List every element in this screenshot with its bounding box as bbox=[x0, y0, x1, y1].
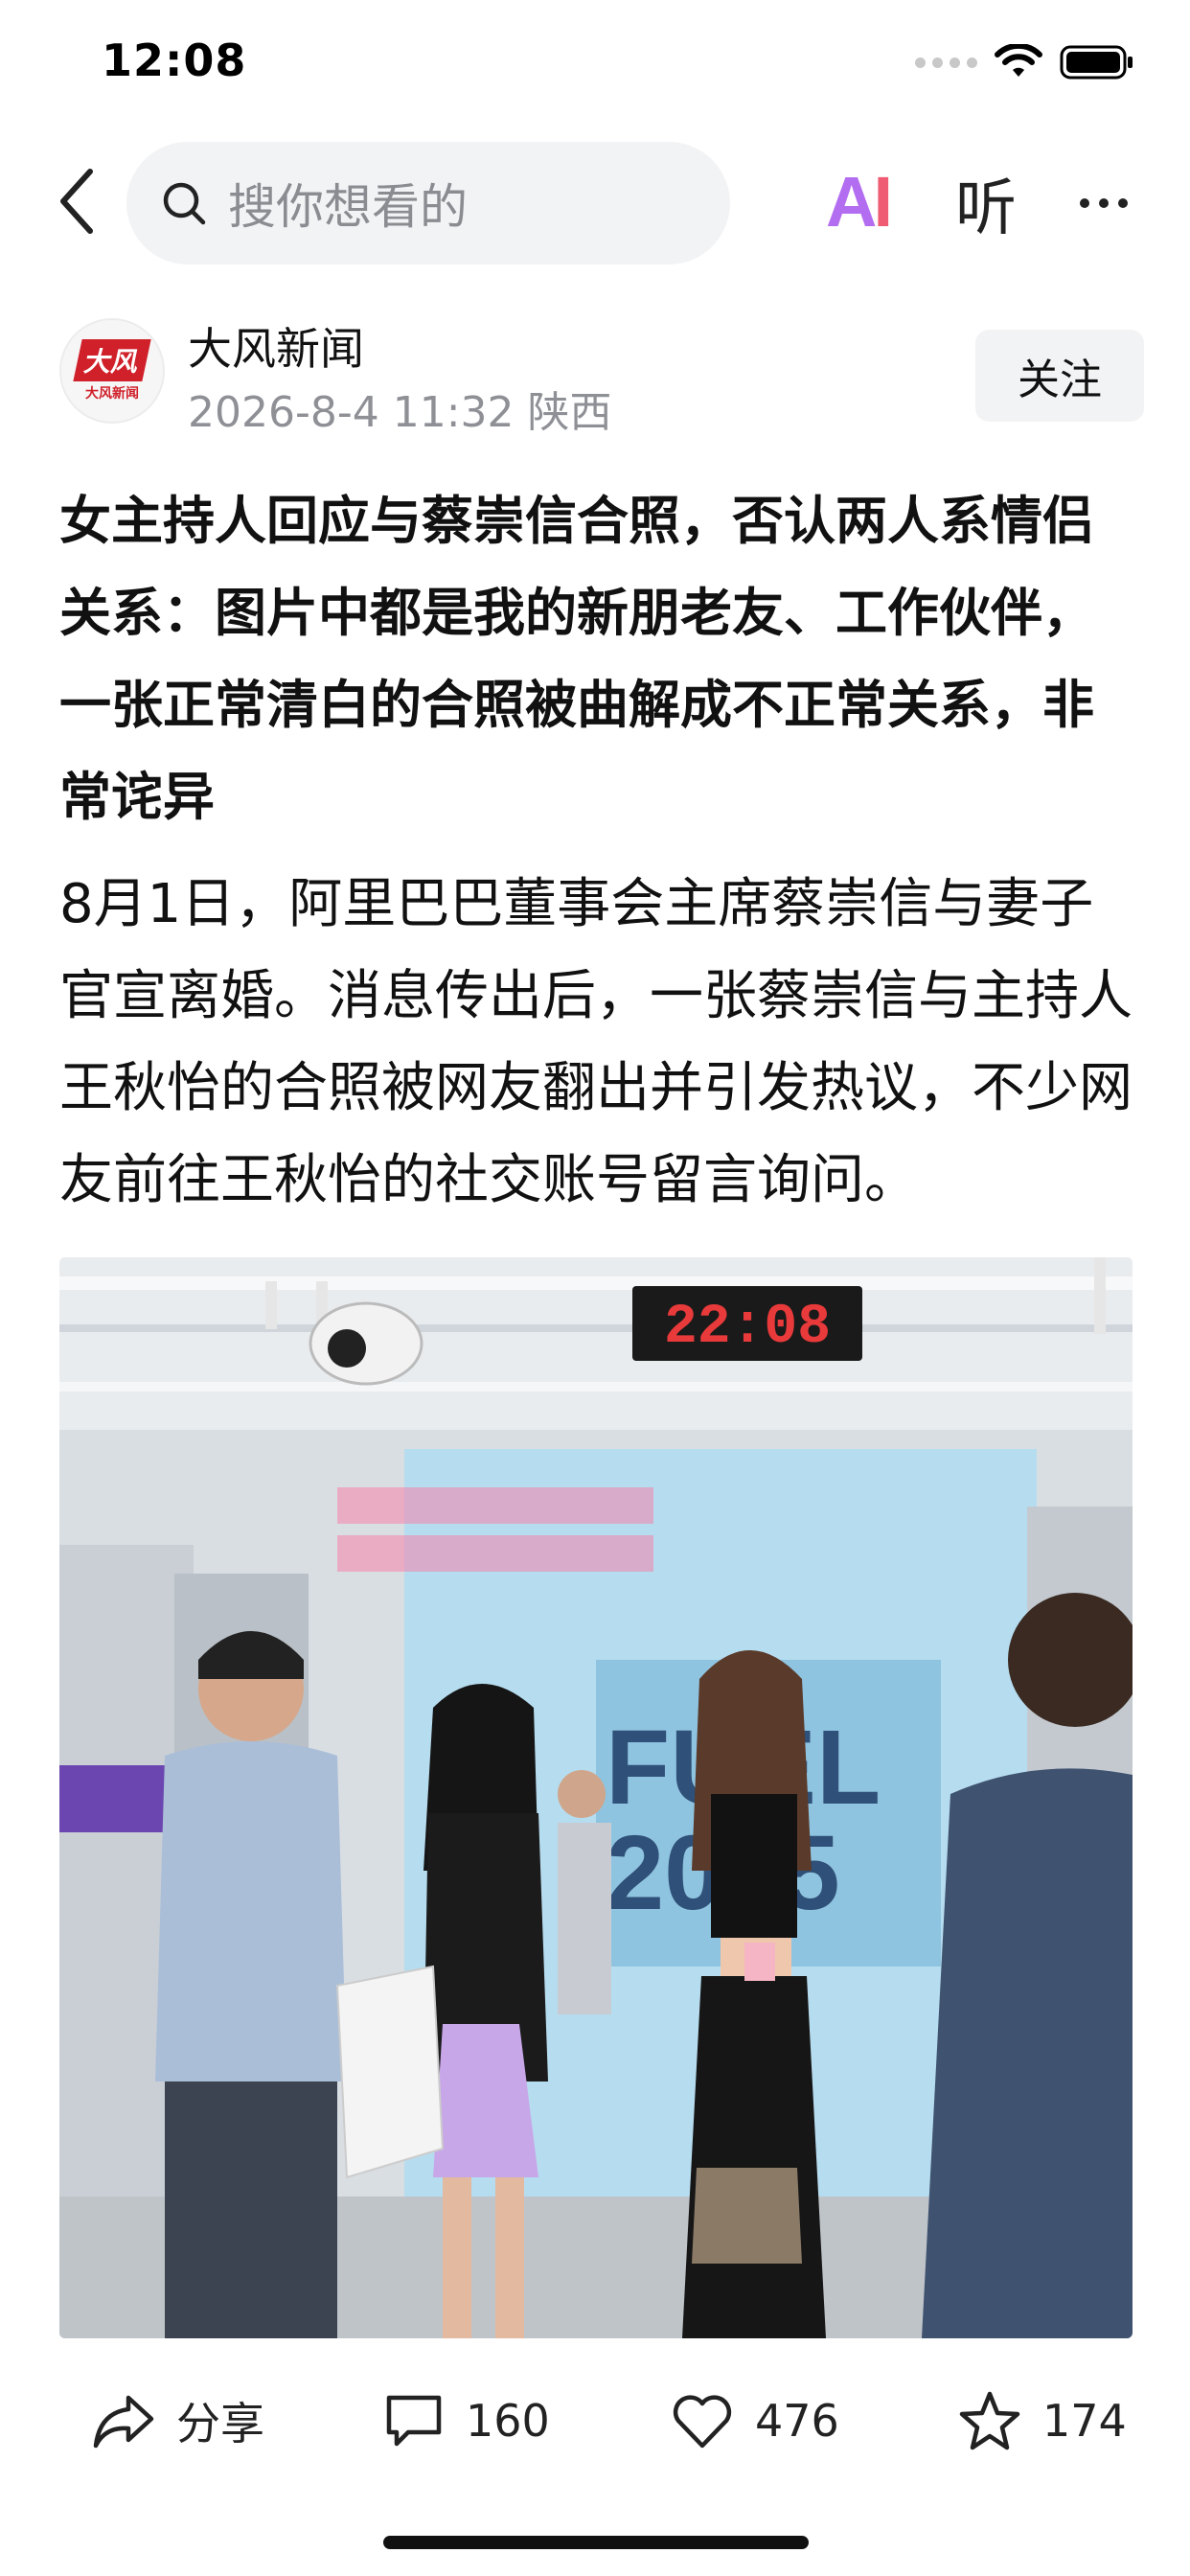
search-input[interactable]: 搜你想看的 bbox=[126, 142, 730, 264]
listen-button[interactable]: 听 bbox=[943, 157, 1029, 249]
ai-button[interactable]: AI bbox=[816, 155, 899, 247]
back-button[interactable] bbox=[38, 161, 115, 242]
comment-count: 160 bbox=[466, 2395, 550, 2447]
like-count: 476 bbox=[755, 2395, 839, 2447]
photo-illustration: FUEL 2025 22:08 bbox=[59, 1257, 1133, 2338]
article-headline: 女主持人回应与蔡崇信合照，否认两人系情侣关系：图片中都是我的新朋老友、工作伙伴，… bbox=[59, 491, 1094, 827]
cellular-signal-icon bbox=[915, 57, 977, 68]
heart-icon bbox=[673, 2395, 732, 2449]
comment-button[interactable]: 160 bbox=[383, 2367, 550, 2474]
action-bar: 分享 160 476 174 bbox=[0, 2367, 1190, 2474]
share-icon bbox=[93, 2395, 154, 2449]
article-body: 8月1日，阿里巴巴董事会主席蔡崇信与妻子官宣离婚。消息传出后，一张蔡崇信与主持人… bbox=[59, 873, 1133, 1211]
status-bar: 12:08 bbox=[0, 0, 1190, 134]
author-name[interactable]: 大风新闻 bbox=[188, 314, 364, 378]
follow-button[interactable]: 关注 bbox=[975, 330, 1144, 422]
comment-icon bbox=[386, 2395, 442, 2447]
nav-bar: 搜你想看的 AI 听 bbox=[0, 134, 1190, 268]
favorite-count: 174 bbox=[1042, 2395, 1127, 2447]
avatar-sub: 大风新闻 bbox=[85, 386, 139, 402]
search-placeholder: 搜你想看的 bbox=[228, 179, 468, 235]
more-options-icon[interactable] bbox=[1065, 163, 1142, 243]
status-icons bbox=[915, 44, 1134, 80]
status-time: 12:08 bbox=[102, 34, 247, 86]
favorite-button[interactable]: 174 bbox=[958, 2367, 1127, 2474]
like-button[interactable]: 476 bbox=[671, 2367, 839, 2474]
avatar-logo: 大风 bbox=[73, 339, 151, 381]
share-button[interactable]: 分享 bbox=[92, 2367, 264, 2474]
chevron-left-icon bbox=[60, 169, 93, 234]
wifi-icon bbox=[995, 44, 1042, 77]
avatar[interactable]: 大风 大风新闻 bbox=[59, 318, 165, 424]
author-meta: 2026-8-4 11:32 陕西 bbox=[188, 388, 612, 437]
author-row: 大风 大风新闻 大风新闻 2026-8-4 11:32 陕西 关注 bbox=[0, 307, 1190, 441]
battery-icon bbox=[1060, 45, 1133, 80]
search-icon bbox=[163, 182, 206, 225]
photo-clock: 22:08 bbox=[664, 1297, 831, 1359]
star-icon bbox=[959, 2391, 1020, 2450]
home-indicator[interactable] bbox=[383, 2536, 809, 2549]
share-label: 分享 bbox=[176, 2398, 264, 2450]
article-photo[interactable]: FUEL 2025 22:08 bbox=[59, 1257, 1133, 2338]
ai-label: AI bbox=[825, 161, 893, 242]
